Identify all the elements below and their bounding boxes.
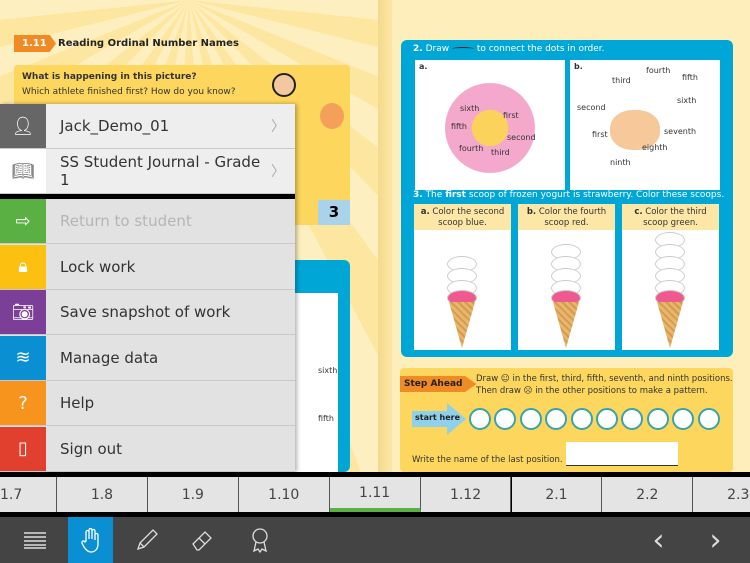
- dot-label: sixth: [318, 366, 338, 375]
- pattern-circle[interactable]: [570, 408, 593, 430]
- scoop-instruction: Color the third scoop green.: [643, 207, 707, 228]
- pattern-circle[interactable]: [697, 408, 720, 430]
- tab-2-3[interactable]: 2.3: [693, 477, 750, 512]
- dot-label: third: [491, 148, 510, 157]
- eraser-icon[interactable]: [180, 517, 225, 563]
- award-icon[interactable]: [237, 517, 282, 563]
- q2-instruction: 2. Draw to connect the dots in order.: [413, 44, 605, 54]
- question-1: What is happening in this picture?: [22, 72, 197, 82]
- part-label: a.: [419, 62, 428, 71]
- menu-item-help[interactable]: ? Help: [0, 381, 295, 426]
- lock-icon: 🔒︎: [0, 244, 46, 289]
- tab-1-9[interactable]: 1.9: [147, 477, 239, 512]
- previous-page-button[interactable]: ‹: [636, 517, 681, 563]
- menu-item-ss-student-journal-grade-1[interactable]: 📖︎ SS Student Journal - Grade 1 〉: [0, 149, 295, 194]
- dot-label: first: [592, 130, 608, 139]
- part-label: a.: [420, 207, 430, 217]
- menu-item-lock-work[interactable]: 🔒︎ Lock work: [0, 244, 295, 290]
- tab-1-8[interactable]: 1.8: [57, 477, 148, 512]
- part-label: b.: [526, 207, 537, 217]
- dot-label: eighth: [642, 143, 668, 152]
- menu-item-sign-out[interactable]: ▯ Sign out: [0, 426, 295, 472]
- user-icon: 👤︎: [0, 104, 46, 148]
- menu-item-label: Save snapshot of work: [60, 303, 231, 321]
- place-number: 3: [318, 200, 350, 225]
- step-ahead-line2: Then draw ☹ in the other positions to ma…: [476, 386, 708, 396]
- chevron-right-icon: 〉: [271, 164, 285, 180]
- scoop-box-c[interactable]: c. Color the third scoop green.: [622, 204, 719, 350]
- scoop-box-b[interactable]: b. Color the fourth scoop red.: [518, 204, 615, 350]
- tab-2-1[interactable]: 2.1: [511, 477, 603, 512]
- write-prompt: Write the name of the last position.: [412, 455, 563, 465]
- tab-1-7[interactable]: 1.7: [0, 477, 57, 512]
- menu-item-label: Sign out: [60, 439, 123, 458]
- question-2: Which athlete finished first? How do you…: [22, 87, 236, 97]
- arrow-right-icon: ⇨: [0, 199, 46, 243]
- step-ahead-tag: Step Ahead: [400, 376, 477, 392]
- database-icon: ≋: [0, 335, 46, 380]
- tab-1-10[interactable]: 1.10: [238, 477, 330, 512]
- menu-item-label: Jack_Demo_01: [60, 117, 170, 135]
- dot-label: first: [503, 111, 519, 120]
- chevron-right-icon: 〉: [271, 119, 285, 135]
- start-here-arrow: start here: [415, 413, 461, 422]
- dot-label: third: [612, 76, 631, 85]
- step-ahead-line1: Draw ☺ in the first, third, fifth, seven…: [476, 374, 733, 384]
- dot-label: fifth: [451, 122, 467, 131]
- dot-label: sixth: [677, 96, 697, 105]
- dot-label: fourth: [646, 66, 671, 75]
- pattern-circle[interactable]: [646, 408, 669, 430]
- menu-item-label: Help: [60, 394, 95, 412]
- flower-dot-puzzle[interactable]: a. sixth first fifth second fourth third: [415, 60, 565, 190]
- next-page-button[interactable]: ›: [693, 517, 738, 563]
- scoop-instruction: Color the fourth scoop red.: [538, 207, 607, 228]
- menu-item-return-to-student: ⇨ Return to student: [0, 199, 295, 244]
- menu-item-manage-data[interactable]: ≋ Manage data: [0, 335, 295, 381]
- athlete-figure: [272, 73, 296, 97]
- tab-2-2[interactable]: 2.2: [602, 477, 694, 512]
- lesson-title: Reading Ordinal Number Names: [58, 38, 239, 49]
- scoop-box-a[interactable]: a. Color the second scoop blue.: [414, 204, 511, 350]
- dot-label: fifth: [682, 73, 698, 82]
- menu-item-label: Return to student: [60, 212, 192, 230]
- part-label: b.: [574, 62, 583, 71]
- dot-label: seventh: [664, 127, 697, 136]
- lesson-tab-bar: 1.7 1.8 1.9 1.10 1.11 1.12 2.1 2.2 2.3: [0, 472, 750, 517]
- lesson-tag: 1.11: [14, 35, 56, 52]
- menu-item-save-snapshot-of-work[interactable]: 📷︎ Save snapshot of work: [0, 290, 295, 335]
- tab-1-11[interactable]: 1.11: [329, 477, 421, 512]
- menu-item-label: Lock work: [60, 257, 136, 276]
- menu-item-label: SS Student Journal - Grade 1: [60, 153, 261, 189]
- pencil-icon[interactable]: [124, 517, 169, 563]
- page-gutter: [378, 0, 392, 472]
- athlete-figure: [320, 103, 344, 129]
- menu-item-label: Manage data: [60, 348, 159, 367]
- question-icon: ?: [0, 381, 46, 425]
- menu-icon[interactable]: [12, 517, 57, 563]
- camera-icon: 📷︎: [0, 290, 46, 334]
- bottom-toolbar: ‹ ›: [0, 517, 750, 563]
- book-icon: 📖︎: [0, 149, 46, 193]
- pattern-circle[interactable]: [469, 408, 491, 430]
- tab-1-12[interactable]: 1.12: [420, 477, 512, 512]
- sheep-dot-puzzle[interactable]: b. fourth third fifth sixth second first…: [570, 60, 720, 190]
- scoop-instruction: Color the second scoop blue.: [432, 207, 505, 228]
- dot-label: second: [577, 103, 606, 112]
- menu-item-jack-demo-01[interactable]: 👤︎ Jack_Demo_01 〉: [0, 104, 295, 149]
- dot-label: fifth: [318, 414, 334, 423]
- dot-label: sixth: [460, 104, 480, 113]
- answer-field[interactable]: [566, 442, 678, 466]
- part-label: c.: [634, 207, 643, 217]
- pattern-circle[interactable]: [596, 408, 618, 430]
- pattern-circle[interactable]: [519, 408, 542, 430]
- q3-instruction: 3. The first scoop of frozen yogurt is s…: [413, 190, 725, 200]
- dot-label: ninth: [610, 158, 631, 167]
- side-menu: 👤︎ Jack_Demo_01 〉 📖︎ SS Student Journal - Gr…: [0, 104, 295, 472]
- door-icon: ▯: [0, 426, 46, 471]
- dot-label: fourth: [459, 144, 484, 153]
- dot-label: second: [507, 133, 536, 142]
- hand-icon[interactable]: [68, 517, 113, 563]
